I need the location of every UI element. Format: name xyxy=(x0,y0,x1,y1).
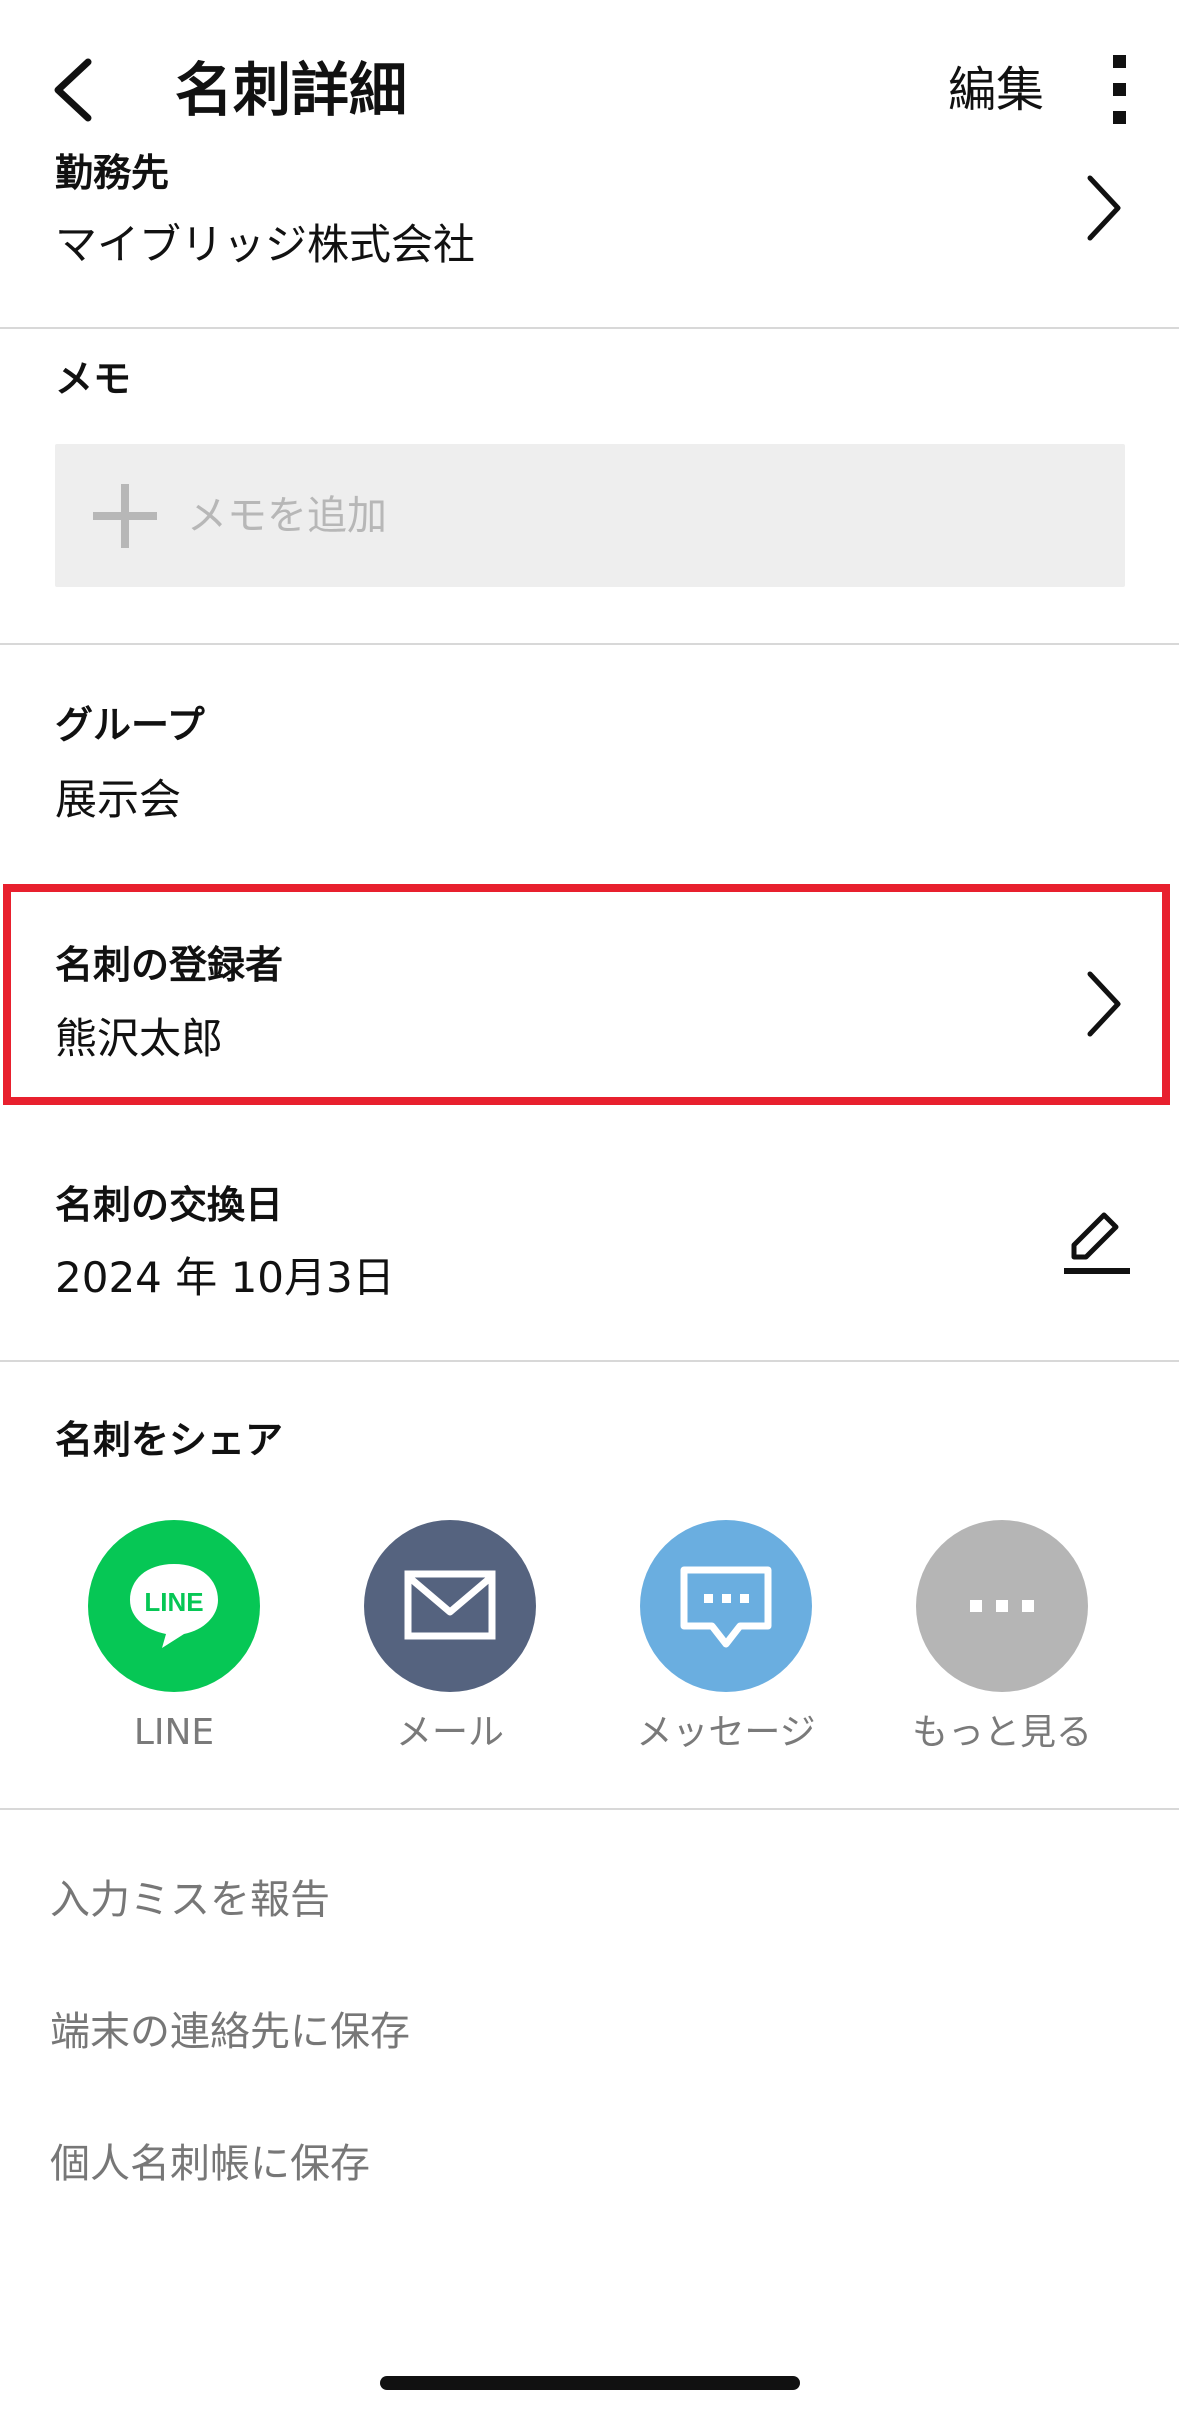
message-icon xyxy=(640,1520,812,1692)
group-value: 展示会 xyxy=(55,775,182,824)
share-more-label: もっと見る xyxy=(911,1712,1092,1753)
pencil-icon xyxy=(1064,1212,1130,1274)
share-label: 名刺をシェア xyxy=(55,1418,284,1462)
exchange-date-label: 名刺の交換日 xyxy=(55,1183,284,1227)
edit-date-button[interactable] xyxy=(1060,1205,1135,1280)
divider xyxy=(0,643,1179,645)
divider xyxy=(0,327,1179,329)
share-message-label: メッセージ xyxy=(636,1712,816,1753)
share-mail-button[interactable]: メール xyxy=(330,1520,570,1760)
home-indicator xyxy=(380,2376,800,2390)
company-chevron xyxy=(1080,168,1130,248)
save-to-contacts-link[interactable]: 端末の連絡先に保存 xyxy=(50,2002,410,2062)
mail-icon xyxy=(364,1520,536,1692)
line-badge-text: LINE xyxy=(144,1587,203,1617)
report-error-link[interactable]: 入力ミスを報告 xyxy=(50,1870,330,1930)
add-memo-button[interactable]: メモを追加 xyxy=(55,444,1125,587)
chevron-right-icon xyxy=(1087,175,1121,241)
company-label: 勤務先 xyxy=(55,151,170,195)
divider xyxy=(0,1808,1179,1810)
share-message-button[interactable]: メッセージ xyxy=(606,1520,846,1760)
share-mail-label: メール xyxy=(395,1712,504,1753)
highlight-frame xyxy=(3,884,1170,1105)
exchange-date-value: 2024 年 10月3日 xyxy=(55,1253,395,1302)
line-icon: LINE xyxy=(88,1520,260,1692)
share-line-button[interactable]: LINE LINE xyxy=(54,1520,294,1760)
plus-icon xyxy=(93,484,157,548)
divider xyxy=(0,1360,1179,1362)
memo-label: メモ xyxy=(55,357,132,401)
company-value: マイブリッジ株式会社 xyxy=(55,220,476,269)
share-more-button[interactable]: もっと見る xyxy=(882,1520,1122,1760)
share-line-label: LINE xyxy=(133,1712,215,1753)
company-row[interactable]: 勤務先 マイブリッジ株式会社 xyxy=(0,0,1179,330)
more-horizontal-icon xyxy=(916,1520,1088,1692)
save-to-personal-cards-link[interactable]: 個人名刺帳に保存 xyxy=(50,2134,370,2194)
group-label: グループ xyxy=(55,703,205,747)
memo-placeholder: メモを追加 xyxy=(187,493,387,539)
